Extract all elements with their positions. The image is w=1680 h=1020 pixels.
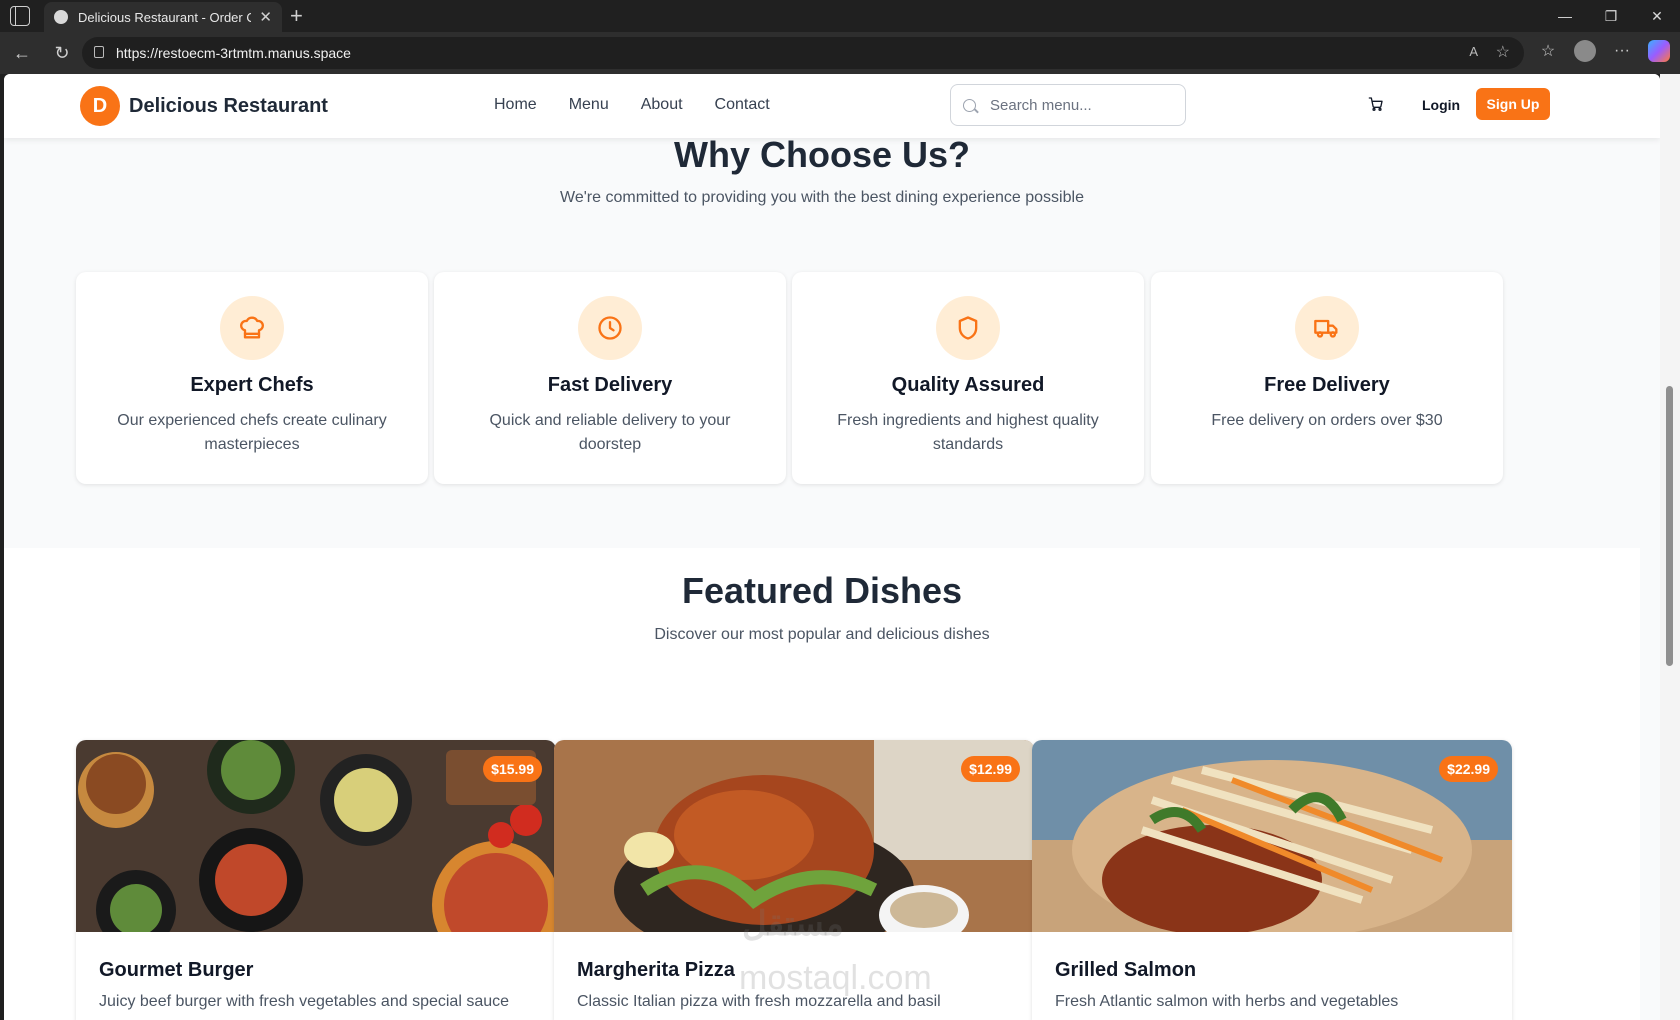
feature-desc: Free delivery on orders over $30 <box>1211 412 1443 429</box>
price-badge: $22.99 <box>1439 756 1498 782</box>
feature-card-free-delivery: Free Delivery Free delivery on orders ov… <box>1151 272 1503 484</box>
truck-icon <box>1295 296 1359 360</box>
new-tab-button[interactable]: + <box>290 3 303 29</box>
nav-about[interactable]: About <box>641 96 683 114</box>
nav-contact[interactable]: Contact <box>715 96 770 114</box>
window-controls: — ❐ ✕ <box>1542 0 1680 32</box>
site-header: D Delicious Restaurant Home Menu About C… <box>4 74 1660 138</box>
minimize-button[interactable]: — <box>1542 0 1588 32</box>
feature-desc: Our experienced chefs create culinary ma… <box>117 412 387 453</box>
url-field[interactable]: https://restoecm-3rtmtm.manus.space A ☆ <box>82 37 1524 69</box>
refresh-icon[interactable]: ↻ <box>44 35 80 71</box>
tab-actions-icon[interactable] <box>10 6 30 26</box>
dish-name: Margherita Pizza <box>577 959 735 981</box>
nav-home[interactable]: Home <box>494 96 537 114</box>
dish-image: $15.99 <box>76 740 556 932</box>
feature-card-quality: Quality Assured Fresh ingredients and hi… <box>792 272 1144 484</box>
back-arrow-icon[interactable]: ← <box>4 35 40 71</box>
main-nav: Home Menu About Contact <box>494 96 770 114</box>
tab-close-icon[interactable]: ✕ <box>259 8 272 26</box>
page-scrollbar[interactable] <box>1660 74 1680 1020</box>
read-aloud-icon[interactable]: A <box>1469 44 1478 59</box>
dish-desc: Fresh Atlantic salmon with herbs and veg… <box>1055 993 1399 1010</box>
feature-desc: Quick and reliable delivery to your door… <box>489 412 731 453</box>
browser-toolbar: ☆ ··· <box>1534 37 1670 65</box>
why-subtitle: We're committed to providing you with th… <box>560 189 1084 206</box>
signup-button[interactable]: Sign Up <box>1476 88 1550 120</box>
copilot-icon[interactable] <box>1648 40 1670 62</box>
site-favicon-icon <box>54 10 68 24</box>
featured-title: Featured Dishes <box>681 570 963 611</box>
shield-icon <box>936 296 1000 360</box>
feature-title: Fast Delivery <box>547 374 673 396</box>
brand-name: Delicious Restaurant <box>129 94 328 117</box>
feature-card-delivery-speed: Fast Delivery Quick and reliable deliver… <box>434 272 786 484</box>
dish-image: $22.99 <box>1032 740 1512 932</box>
login-button[interactable]: Login <box>1422 97 1460 113</box>
favorite-star-icon[interactable]: ☆ <box>1496 42 1510 62</box>
favorites-icon[interactable]: ☆ <box>1534 37 1562 65</box>
scrollbar-thumb[interactable] <box>1666 386 1673 666</box>
search-box <box>950 84 1186 126</box>
url-text: https://restoecm-3rtmtm.manus.space <box>116 45 351 61</box>
dish-name: Grilled Salmon <box>1055 959 1197 981</box>
dish-card[interactable]: $15.99 Gourmet Burger Juicy beef burger … <box>76 740 556 1020</box>
feature-desc: Fresh ingredients and highest quality st… <box>837 412 1099 453</box>
search-icon <box>963 98 976 112</box>
dish-card[interactable]: $22.99 Grilled Salmon Fresh Atlantic sal… <box>1032 740 1512 1020</box>
browser-tab[interactable]: Delicious Restaurant - Order Onli ✕ <box>44 2 282 32</box>
close-window-button[interactable]: ✕ <box>1634 0 1680 32</box>
restore-button[interactable]: ❐ <box>1588 0 1634 32</box>
featured-subtitle: Discover our most popular and delicious … <box>654 626 990 643</box>
watermark-latin: mostaql.com <box>739 959 932 997</box>
web-page: D Delicious Restaurant Home Menu About C… <box>4 74 1660 1020</box>
watermark-arabic: مستقل <box>742 905 844 943</box>
search-input[interactable] <box>990 96 1170 114</box>
address-bar-row: ← ↻ https://restoecm-3rtmtm.manus.space … <box>0 32 1680 74</box>
dish-name: Gourmet Burger <box>99 959 254 981</box>
price-badge: $15.99 <box>483 756 542 782</box>
clock-icon <box>578 296 642 360</box>
profile-avatar[interactable] <box>1574 40 1596 62</box>
feature-title: Expert Chefs <box>190 374 314 396</box>
cart-icon[interactable] <box>1368 96 1384 117</box>
why-title: Why Choose Us? <box>673 134 970 175</box>
lock-icon <box>94 46 104 58</box>
nav-menu[interactable]: Menu <box>569 96 609 114</box>
site-logo[interactable]: D Delicious Restaurant <box>80 86 328 126</box>
logo-badge: D <box>80 86 120 126</box>
feature-title: Quality Assured <box>891 374 1045 396</box>
tab-title: Delicious Restaurant - Order Onli <box>78 9 252 25</box>
feature-card-chefs: Expert Chefs Our experienced chefs creat… <box>76 272 428 484</box>
browser-tab-bar: Delicious Restaurant - Order Onli ✕ + — … <box>0 0 1680 32</box>
feature-title: Free Delivery <box>1264 374 1390 396</box>
chef-hat-icon <box>220 296 284 360</box>
price-badge: $12.99 <box>961 756 1020 782</box>
more-menu-icon[interactable]: ··· <box>1608 37 1636 65</box>
dish-desc: Juicy beef burger with fresh vegetables … <box>99 993 510 1010</box>
